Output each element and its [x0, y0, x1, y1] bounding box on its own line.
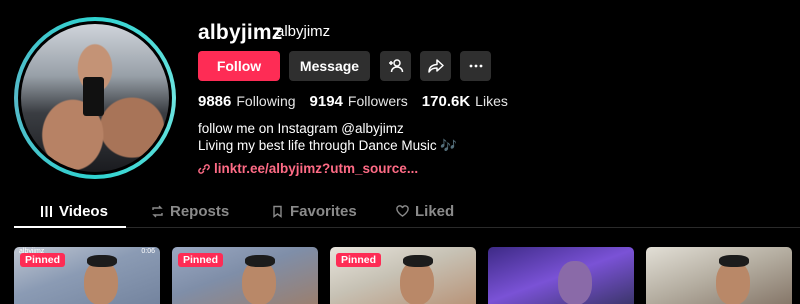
grid-icon: [41, 206, 52, 217]
profile-tabs: Videos Reposts Favorites Liked: [14, 195, 800, 228]
video-subject: [558, 261, 593, 304]
profile-username: albyjimz: [198, 21, 283, 44]
video-subject: [400, 261, 435, 304]
pinned-badge: Pinned: [336, 253, 382, 267]
follow-button[interactable]: Follow: [198, 51, 280, 81]
link-icon: [198, 163, 210, 174]
video-thumbnail[interactable]: [646, 247, 792, 304]
video-thumbnail[interactable]: albyjimz 0:06 Pinned: [14, 247, 160, 304]
repost-icon: [152, 205, 163, 218]
add-user-button[interactable]: [380, 51, 411, 81]
more-options-button[interactable]: [460, 51, 491, 81]
video-subject: [716, 261, 751, 304]
profile-stats: 9886 Following 9194 Followers 170.6K Lik…: [198, 93, 508, 110]
stat-followers[interactable]: 9194 Followers: [310, 93, 408, 110]
share-icon: [427, 59, 444, 73]
tab-videos[interactable]: Videos: [40, 195, 108, 228]
avatar-phone-detail: [83, 77, 104, 116]
following-label: Following: [236, 93, 296, 109]
profile-link-text: linktr.ee/albyjimz?utm_source...: [214, 161, 419, 176]
video-subject-hair: [403, 255, 433, 267]
video-thumbnail[interactable]: Pinned: [330, 247, 476, 304]
video-duration: 0:06: [141, 248, 155, 255]
tab-reposts[interactable]: Reposts: [151, 195, 229, 228]
video-grid: albyjimz 0:06 Pinned Pinned Pinned: [14, 247, 792, 304]
bio-line-1: follow me on Instagram @albyjimz: [198, 121, 404, 136]
tab-liked-label: Liked: [415, 203, 455, 220]
video-subject-hair: [719, 255, 749, 267]
video-subject: [242, 261, 277, 304]
share-button[interactable]: [420, 51, 451, 81]
tab-videos-label: Videos: [59, 203, 108, 220]
video-subject-hair: [87, 255, 117, 267]
tab-favorites-label: Favorites: [290, 203, 357, 220]
stat-following[interactable]: 9886 Following: [198, 93, 296, 110]
stat-likes: 170.6K Likes: [422, 93, 508, 110]
video-subject-hair: [245, 255, 275, 267]
profile-bio: follow me on Instagram @albyjimz Living …: [198, 120, 457, 154]
tab-favorites[interactable]: Favorites: [271, 195, 357, 228]
bookmark-icon: [273, 205, 282, 218]
following-count: 9886: [198, 93, 232, 110]
more-dots-icon: [469, 64, 482, 68]
profile-avatar-ring: [14, 17, 176, 179]
message-button[interactable]: Message: [289, 51, 370, 81]
tab-liked[interactable]: Liked: [396, 195, 454, 228]
bio-line-2: Living my best life through Dance Music …: [198, 138, 458, 153]
video-subject: [84, 261, 119, 304]
likes-label: Likes: [475, 93, 508, 109]
avatar[interactable]: [18, 21, 172, 175]
add-user-icon: [388, 59, 403, 73]
pinned-badge: Pinned: [20, 253, 66, 267]
followers-label: Followers: [347, 93, 408, 109]
pinned-badge: Pinned: [178, 253, 224, 267]
heart-icon: [396, 205, 409, 217]
video-thumbnail[interactable]: Pinned: [172, 247, 318, 304]
tab-reposts-label: Reposts: [170, 203, 230, 220]
followers-count: 9194: [309, 93, 343, 110]
likes-count: 170.6K: [421, 93, 471, 110]
active-tab-underline: [14, 226, 126, 228]
profile-nickname: albyjimz: [276, 23, 331, 40]
video-thumbnail[interactable]: [488, 247, 634, 304]
profile-link[interactable]: linktr.ee/albyjimz?utm_source...: [198, 161, 418, 176]
